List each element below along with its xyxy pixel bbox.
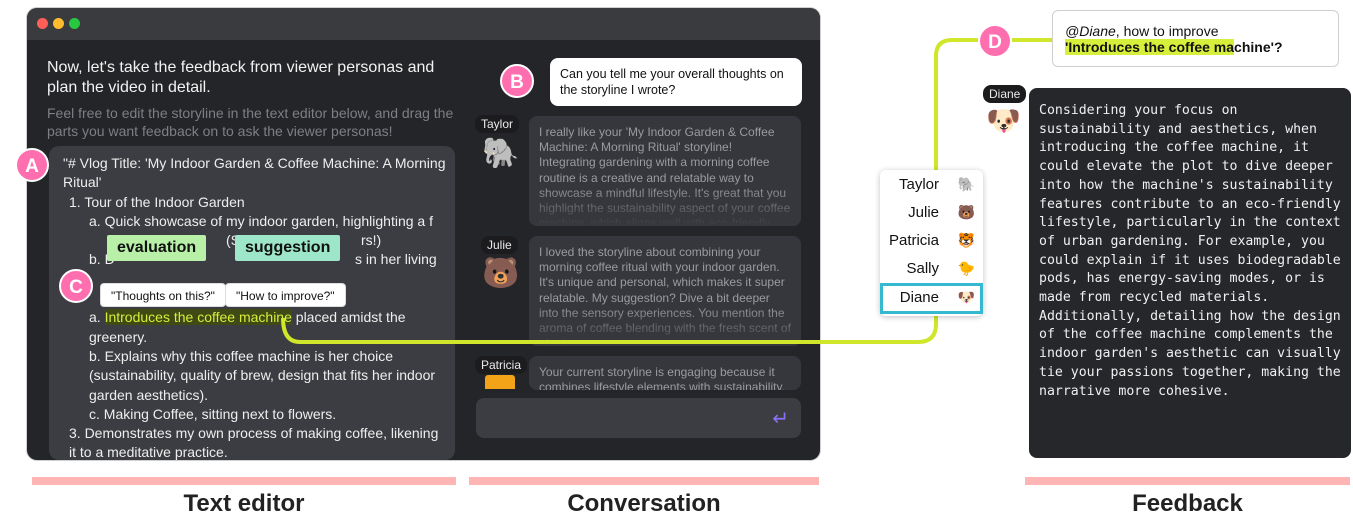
editor-caption-bar <box>32 477 456 485</box>
feedback-caption-bar <box>1025 477 1350 485</box>
question-line-1: @Diane, how to improve <box>1065 23 1326 39</box>
quoted-highlight: 'Introduces the coffee ma <box>1065 39 1235 55</box>
persona-item-taylor[interactable]: Taylor 🐘 <box>880 171 983 199</box>
persona-item-patricia[interactable]: Patricia 🐯 <box>880 227 983 255</box>
elephant-icon: 🐘 <box>957 176 975 192</box>
question-connector <box>934 38 978 170</box>
persona-name: Julie <box>908 204 939 221</box>
caption-feedback: Feedback <box>1132 490 1243 517</box>
question-text: , how to improve <box>1115 23 1219 39</box>
chick-icon: 🐤 <box>957 260 975 276</box>
speaker-label: Diane <box>983 85 1027 103</box>
feedback-question: @Diane, how to improve 'Introduces the c… <box>1052 10 1339 67</box>
persona-name: Taylor <box>898 176 939 193</box>
persona-item-julie[interactable]: Julie 🐻 <box>880 199 983 227</box>
bear-icon: 🐻 <box>957 204 975 220</box>
mention: @Diane <box>1065 23 1116 39</box>
selection-connector <box>281 316 938 344</box>
persona-list: Taylor 🐘 Julie 🐻 Patricia 🐯 Sally 🐤 Diane 🐶 <box>880 170 983 316</box>
caption-conversation: Conversation <box>567 490 721 517</box>
persona-name: Sally <box>906 260 939 277</box>
feedback-response: Considering your focus on sustainability… <box>1029 88 1351 458</box>
quoted-rest: chine'? <box>1234 39 1283 55</box>
persona-name: Patricia <box>888 232 939 249</box>
persona-item-diane[interactable]: Diane 🐶 <box>880 283 983 314</box>
conversation-caption-bar <box>469 477 819 485</box>
caption-text-editor: Text editor <box>183 490 305 517</box>
tiger-icon: 🐯 <box>957 232 975 248</box>
dog-icon: 🐶 <box>986 105 1021 136</box>
persona-name: Diane <box>899 289 939 306</box>
question-line-2: 'Introduces the coffee machine'? <box>1065 39 1326 55</box>
dog-icon: 🐶 <box>957 289 975 305</box>
persona-item-sally[interactable]: Sally 🐤 <box>880 255 983 283</box>
